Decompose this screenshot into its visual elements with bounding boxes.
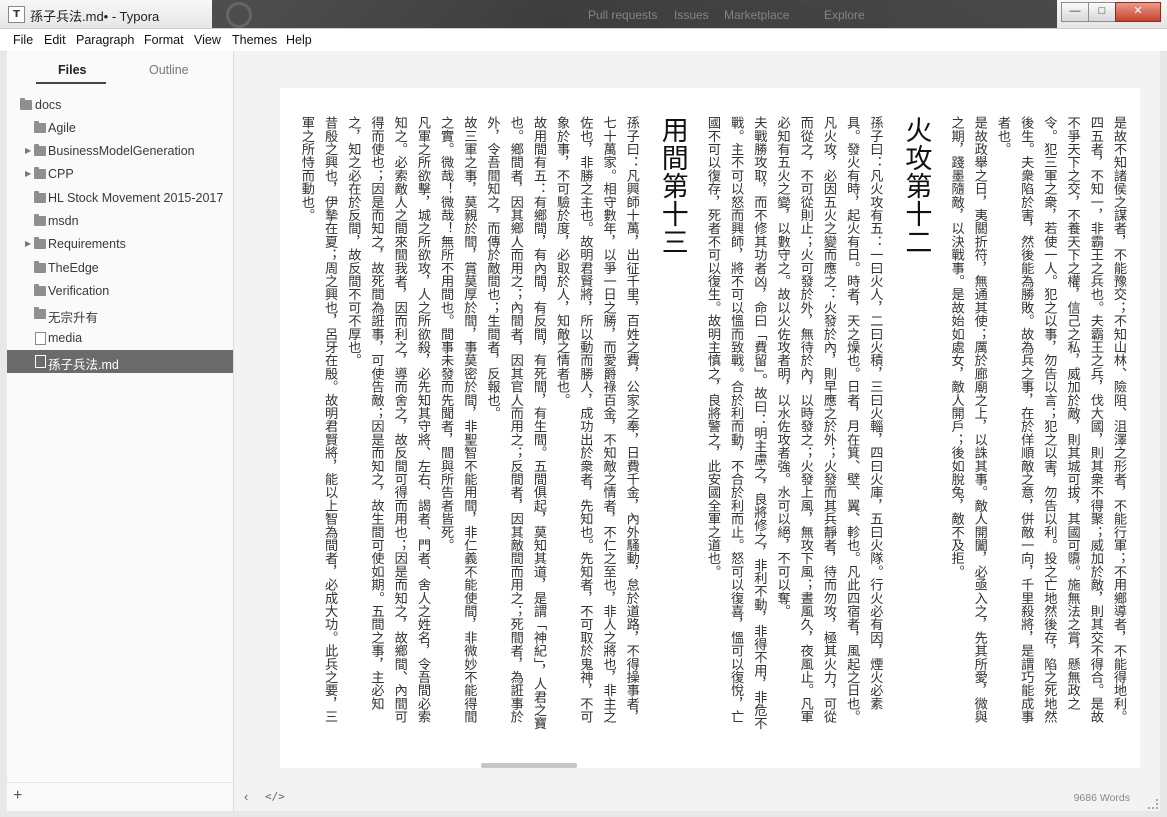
expand-caret-icon[interactable]: ▶ <box>25 146 33 155</box>
folder-icon <box>34 261 46 273</box>
tree-item-label: HL Stock Movement 2015-2017 <box>48 191 224 205</box>
background-text: Issues <box>674 8 709 22</box>
menu-view[interactable]: View <box>194 33 221 47</box>
tree-item-hl-stock-movement[interactable]: HL Stock Movement 2015-2017 <box>7 187 233 210</box>
menu-format[interactable]: Format <box>144 33 184 47</box>
background-text: Marketplace <box>724 8 790 22</box>
title-bar[interactable]: T 孫子兵法.md• - Typora Pull requests Issues… <box>0 0 1167 29</box>
window-title: 孫子兵法.md• - Typora <box>30 9 160 24</box>
menu-file[interactable]: File <box>13 33 33 47</box>
tab-outline[interactable]: Outline <box>149 63 189 77</box>
paragraph[interactable]: 夫戰勝攻取，而不修其功者凶，命曰「費留」。故曰：明主慮之，良將修之，非利不動，非… <box>701 116 771 736</box>
paragraph[interactable]: 凡火攻，必因五火之變而應之：火發於內，則早應之於外；火發而其兵靜者，待而勿攻，極… <box>770 116 840 736</box>
expand-caret-icon[interactable]: ▶ <box>25 239 33 248</box>
folder-icon <box>34 307 46 319</box>
vertical-document-text[interactable]: 是故不知諸侯之謀者，不能豫交；不知山林、險阻、沮澤之形者，不能行軍；不用鄉導者，… <box>295 116 1130 736</box>
background-text: Pull requests <box>588 8 658 22</box>
folder-icon <box>34 284 46 296</box>
menu-help[interactable]: Help <box>286 33 312 47</box>
menu-paragraph[interactable]: Paragraph <box>76 33 134 47</box>
tree-item-label: docs <box>35 98 62 112</box>
maximize-button[interactable]: □ <box>1088 2 1116 22</box>
close-button[interactable]: ✕ <box>1115 2 1161 22</box>
paragraph[interactable]: 是故不知諸侯之謀者，不能豫交；不知山林、險阻、沮澤之形者，不能行軍；不用鄉導者，… <box>991 116 1130 736</box>
tree-item-theedge[interactable]: TheEdge <box>7 257 233 280</box>
tree-item-label: CPP <box>48 167 74 181</box>
background-text: Explore <box>824 8 865 22</box>
tree-item-verification[interactable]: Verification <box>7 280 233 303</box>
heading-use-of-spies[interactable]: 用間第十三 <box>655 116 689 736</box>
sidebar: Files Outline docs Agile ▶ BusinessModel… <box>7 51 234 811</box>
paragraph[interactable]: 孫子曰：凡興師十萬，出征千里，百姓之費，公家之奉，日費千金，內外騷動，怠於道路，… <box>550 116 643 736</box>
status-bar: ‹ </> 9686 Words <box>234 783 1160 811</box>
tab-files[interactable]: Files <box>58 63 87 77</box>
menu-edit[interactable]: Edit <box>44 33 66 47</box>
background-logo-icon <box>226 2 252 28</box>
tree-item-label: Verification <box>48 284 110 298</box>
tree-item-agile[interactable]: Agile <box>7 117 233 140</box>
window-controls: — □ ✕ <box>1061 2 1161 22</box>
tree-item-label: TheEdge <box>48 261 99 275</box>
tree-item-wuzong[interactable]: 无宗升有 <box>7 303 233 326</box>
tree-item-label: 孫子兵法.md <box>48 358 119 372</box>
chevron-left-icon[interactable]: ‹ <box>244 789 248 804</box>
paragraph[interactable]: 故三軍之事，莫親於間，賞莫厚於間，事莫密於間，非聖智不能用間，非仁義不能使間，非… <box>434 116 480 736</box>
tree-item-label: BusinessModelGeneration <box>48 144 195 158</box>
resize-grip-icon[interactable] <box>1148 799 1158 809</box>
tree-item-sunzi-bingfa[interactable]: 孫子兵法.md <box>7 350 233 373</box>
tree-item-label: msdn <box>48 214 79 228</box>
heading-fire-attack[interactable]: 火攻第十二 <box>898 116 932 736</box>
file-icon <box>35 332 46 345</box>
tree-item-label: 无宗升有 <box>48 311 99 325</box>
tree-item-requirements[interactable]: ▶ Requirements <box>7 233 233 256</box>
minimize-button[interactable]: — <box>1061 2 1089 22</box>
folder-icon <box>34 121 46 133</box>
paragraph[interactable]: 孫子曰：凡火攻有五：一曰火人，二曰火積，三曰火輜，四曰火庫，五曰火隊。行火必有因… <box>840 116 886 736</box>
paragraph[interactable]: 凡軍之所欲擊，城之所欲攻，人之所欲殺，必先知其守將、左右、謁者、門者、舍人之姓名… <box>341 116 434 736</box>
typora-app-icon[interactable]: T <box>8 6 25 23</box>
tree-item-label: media <box>48 331 83 345</box>
paragraph[interactable]: 是故政舉之日，夷關折符，無通其使；厲於廊廟之上，以誅其事。敵人開闔，必亟入之，先… <box>944 116 990 736</box>
folder-icon <box>20 98 32 110</box>
word-count[interactable]: 9686 Words <box>1074 792 1130 804</box>
folder-icon <box>34 167 46 179</box>
add-file-button[interactable]: + <box>13 787 22 805</box>
tree-item-media[interactable]: media <box>7 327 233 350</box>
tree-item-msdn[interactable]: msdn <box>7 210 233 233</box>
tree-item-businessmodelgeneration[interactable]: ▶ BusinessModelGeneration <box>7 140 233 163</box>
background-window-strip: Pull requests Issues Marketplace Explore <box>212 0 1057 28</box>
folder-icon <box>34 144 46 156</box>
tree-item-cpp[interactable]: ▶ CPP <box>7 163 233 186</box>
file-icon <box>35 355 46 368</box>
tree-item-label: Agile <box>48 121 76 135</box>
menu-bar: File Edit Paragraph Format View Themes H… <box>0 29 1167 52</box>
active-tab-indicator <box>36 82 106 84</box>
folder-icon <box>34 237 46 249</box>
menu-themes[interactable]: Themes <box>232 33 277 47</box>
paragraph[interactable]: 昔殷之興也，伊摯在夏；周之興也，呂牙在殷。故明君賢將，能以上智為間者，必成大功。… <box>295 116 341 736</box>
tree-item-label: Requirements <box>48 237 126 251</box>
editor-area[interactable]: 是故不知諸侯之謀者，不能豫交；不知山林、險阻、沮澤之形者，不能行軍；不用鄉導者，… <box>234 51 1160 811</box>
folder-icon <box>34 214 46 226</box>
paragraph[interactable]: 故用間有五：有鄉間，有內間，有反間，有死間，有生間。五間俱起，莫知其道，是謂「神… <box>480 116 550 736</box>
tree-item-docs[interactable]: docs <box>7 94 233 117</box>
horizontal-scrollbar[interactable] <box>481 763 577 768</box>
document-page[interactable]: 是故不知諸侯之謀者，不能豫交；不知山林、險阻、沮澤之形者，不能行軍；不用鄉導者，… <box>280 88 1140 768</box>
sidebar-footer: + <box>7 782 233 811</box>
expand-caret-icon[interactable]: ▶ <box>25 169 33 178</box>
source-code-mode-icon[interactable]: </> <box>265 790 285 803</box>
folder-icon <box>34 191 46 203</box>
